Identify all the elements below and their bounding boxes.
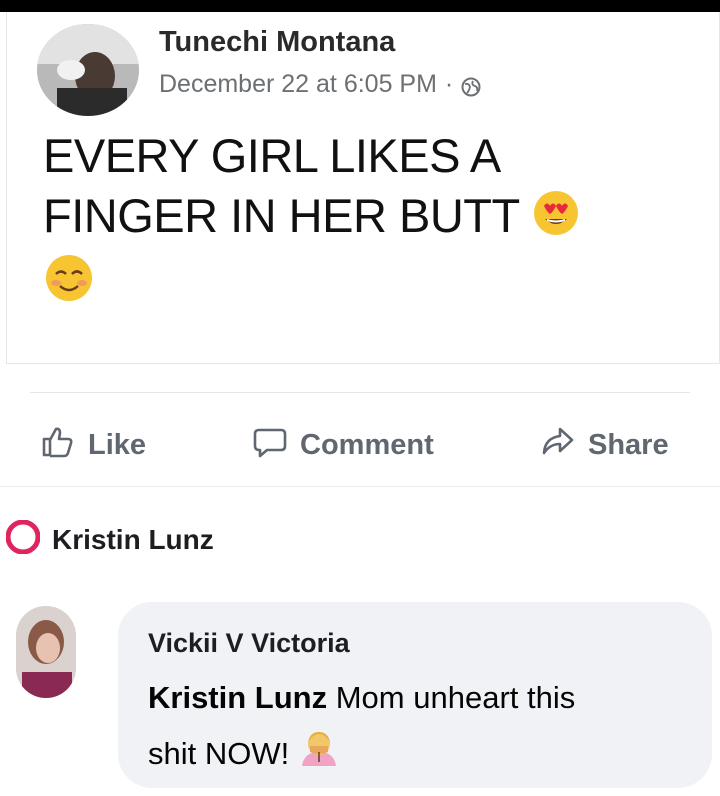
share-arrow-icon [540, 423, 576, 467]
meta-separator: · [444, 70, 454, 98]
comment-bubble-icon [252, 423, 288, 467]
comment-text: Kristin Lunz Mom unheart this shit NOW! [148, 670, 698, 786]
blushing-smile-emoji-icon [43, 252, 95, 318]
comment-author[interactable]: Vickii V Victoria [148, 628, 350, 659]
commenter-avatar[interactable] [16, 606, 76, 698]
post-timestamp[interactable]: December 22 at 6:05 PM [159, 70, 437, 99]
heart-eyes-emoji-icon [531, 188, 581, 252]
comment-text-part-2: shit NOW! [148, 736, 290, 772]
actions-divider-top [30, 392, 690, 393]
comment-mention[interactable]: Kristin Lunz [148, 680, 327, 715]
post-author-name[interactable]: Tunechi Montana [159, 26, 395, 59]
post-text-line-1: EVERY GIRL LIKES A [43, 129, 501, 182]
reactor-name[interactable]: Kristin Lunz [52, 524, 214, 556]
heart-reaction-icon [5, 519, 41, 559]
post-text-line-3 [43, 252, 703, 319]
post-text-line-2-text: FINGER IN HER BUTT [43, 189, 519, 242]
post-actions-bar: Like Comment Share [0, 405, 720, 475]
share-label: Share [588, 428, 669, 461]
author-avatar[interactable] [37, 24, 139, 116]
actions-divider-bottom [0, 486, 720, 487]
post-text-line-2: FINGER IN HER BUTT [43, 186, 703, 252]
facepalm-emoji-icon [298, 726, 340, 786]
top-black-bar [0, 0, 720, 12]
post-card: Tunechi Montana December 22 at 6:05 PM ·… [6, 12, 720, 364]
reaction-row: Kristin Lunz [5, 519, 214, 559]
like-label: Like [88, 428, 147, 461]
post-meta: December 22 at 6:05 PM · [159, 70, 481, 99]
post-text: EVERY GIRL LIKES A FINGER IN HER BUTT [43, 126, 703, 318]
share-button[interactable]: Share [540, 423, 669, 467]
comment-bubble: Vickii V Victoria Kristin Lunz Mom unhea… [118, 602, 712, 788]
comment-button[interactable]: Comment [252, 423, 434, 467]
comment-text-part-1: Mom unheart this [335, 680, 576, 715]
thumbs-up-icon [40, 423, 76, 467]
like-button[interactable]: Like [40, 423, 146, 467]
globe-icon [461, 75, 481, 96]
comment-label: Comment [300, 428, 434, 461]
